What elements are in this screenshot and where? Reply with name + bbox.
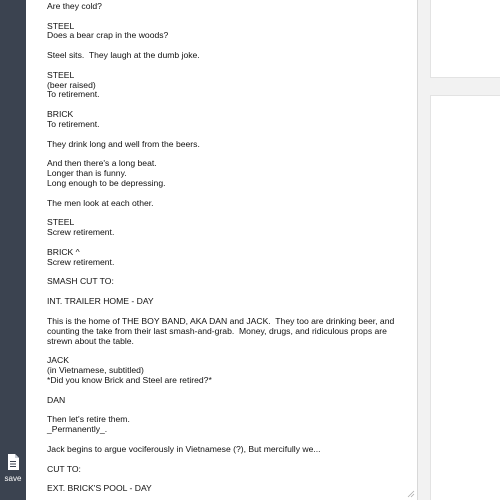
save-label: save [4,474,22,483]
script-editor[interactable]: BRICK Are they cold? STEEL Does a bear c… [26,0,418,500]
side-panel-top [430,0,500,78]
sidebar: save [0,0,26,500]
save-button[interactable]: save [0,452,26,486]
resize-grip-icon[interactable] [407,490,415,498]
script-text[interactable]: BRICK Are they cold? STEEL Does a bear c… [47,0,407,494]
document-icon [8,454,19,470]
side-panel-bottom [430,95,500,500]
